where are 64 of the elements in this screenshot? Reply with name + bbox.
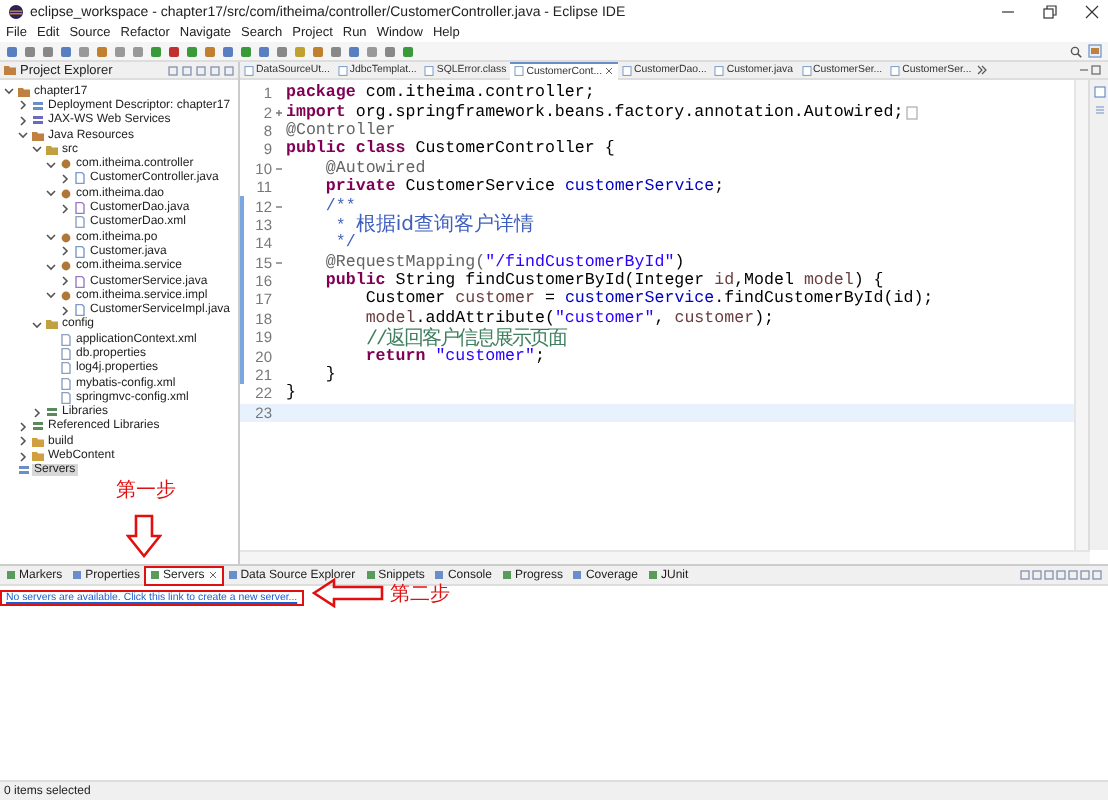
- view-icon: [647, 570, 658, 580]
- fold-toggle-icon[interactable]: [274, 201, 284, 212]
- code-line: @Controller: [286, 121, 396, 140]
- app-icon: [8, 4, 24, 20]
- package-icon: [59, 260, 71, 273]
- file-icon: [424, 65, 435, 75]
- package-icon: [59, 158, 71, 171]
- file-icon: [337, 65, 348, 75]
- close-icon[interactable]: [207, 570, 218, 580]
- code-line: @Autowired: [323, 159, 426, 178]
- scrollbar[interactable]: [1074, 80, 1088, 550]
- view-icon: [434, 570, 445, 580]
- view-icon: [6, 570, 16, 580]
- package-icon: [59, 289, 71, 302]
- close-icon[interactable]: [1084, 4, 1100, 20]
- close-icon[interactable]: [604, 66, 615, 76]
- perspective-icon[interactable]: [1088, 44, 1102, 58]
- code-line: /**: [323, 197, 356, 216]
- code-line: }: [286, 384, 296, 403]
- code-line: */: [333, 234, 356, 253]
- search-icon[interactable]: [1070, 45, 1082, 57]
- code-line: model.addAttribute("customer", customer);: [363, 309, 775, 328]
- code-line: return "customer";: [363, 347, 545, 366]
- more-tabs-icon[interactable]: [975, 64, 988, 76]
- package-icon: [59, 187, 71, 200]
- code-line: }: [323, 366, 336, 385]
- file-icon: [73, 275, 85, 287]
- view-icon: [72, 570, 83, 580]
- file-icon: [714, 65, 725, 75]
- minimize-icon[interactable]: [1078, 64, 1090, 76]
- code-line: * 根据id查询客户详情: [333, 211, 534, 237]
- view-icon: [227, 570, 238, 580]
- file-icon: [801, 65, 812, 75]
- stack-icon: [17, 464, 29, 477]
- file-icon: [244, 65, 254, 75]
- file-icon: [73, 172, 85, 185]
- code-line: public class CustomerController {: [286, 140, 615, 159]
- view-icon: [501, 570, 512, 580]
- annotation-label: 第一步: [116, 477, 176, 504]
- file-icon: [890, 65, 901, 75]
- fold-toggle-icon[interactable]: [274, 107, 284, 118]
- outline-icon[interactable]: [1093, 86, 1105, 98]
- fold-toggle-icon[interactable]: [274, 257, 284, 268]
- folded-code-icon[interactable]: [905, 105, 918, 120]
- view-icon: [572, 570, 583, 580]
- view-icon: [150, 570, 161, 580]
- scrollbar[interactable]: [240, 550, 1090, 564]
- file-icon: [514, 66, 525, 76]
- file-icon: [622, 65, 633, 75]
- folder-icon: [45, 318, 57, 331]
- restore-icon[interactable]: [1042, 4, 1058, 20]
- code-line: Customer customer = customerService.findCustomerById(id);: [363, 290, 934, 309]
- file-icon: [73, 304, 85, 317]
- annotation-label: 第二步: [390, 581, 450, 608]
- file-icon: [73, 245, 85, 258]
- fold-toggle-icon[interactable]: [274, 163, 284, 174]
- code-line: @RequestMapping("/findCustomerById"): [323, 253, 685, 272]
- code-line: private CustomerService customerService;: [323, 178, 725, 197]
- package-icon: [59, 231, 71, 244]
- code-line: public String findCustomerById(Integer id,Model model) {: [323, 272, 884, 291]
- maximize-icon[interactable]: [1090, 64, 1102, 76]
- view-icon: [365, 570, 376, 580]
- code-line: import org.springframework.beans.factory.annotation.Autowired;: [286, 103, 904, 122]
- code-line: package com.itheima.controller;: [286, 84, 595, 103]
